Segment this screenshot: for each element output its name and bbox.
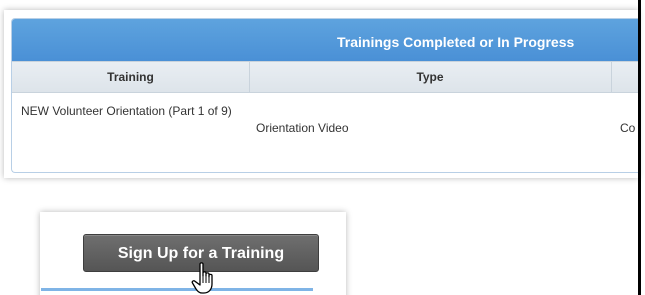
column-header-status[interactable] (611, 62, 639, 92)
column-header-type[interactable]: Type (249, 62, 612, 92)
screenshot-stage: Trainings Completed or In Progress Train… (0, 0, 645, 295)
cell-training-status: Co (620, 121, 636, 135)
blue-divider (41, 288, 313, 291)
table-title: Trainings Completed or In Progress (337, 34, 575, 50)
column-header-row: Training Type (12, 61, 639, 93)
table-title-bar: Trainings Completed or In Progress (12, 19, 639, 61)
column-header-training[interactable]: Training (12, 62, 250, 92)
table-row[interactable]: NEW Volunteer Orientation (Part 1 of 9) … (12, 93, 639, 171)
cell-training-type: Orientation Video (256, 121, 349, 135)
window-edge (638, 0, 641, 295)
cell-training-name: NEW Volunteer Orientation (Part 1 of 9) (21, 104, 232, 118)
trainings-table: Trainings Completed or In Progress Train… (11, 18, 639, 173)
hand-pointer-icon (191, 262, 213, 294)
